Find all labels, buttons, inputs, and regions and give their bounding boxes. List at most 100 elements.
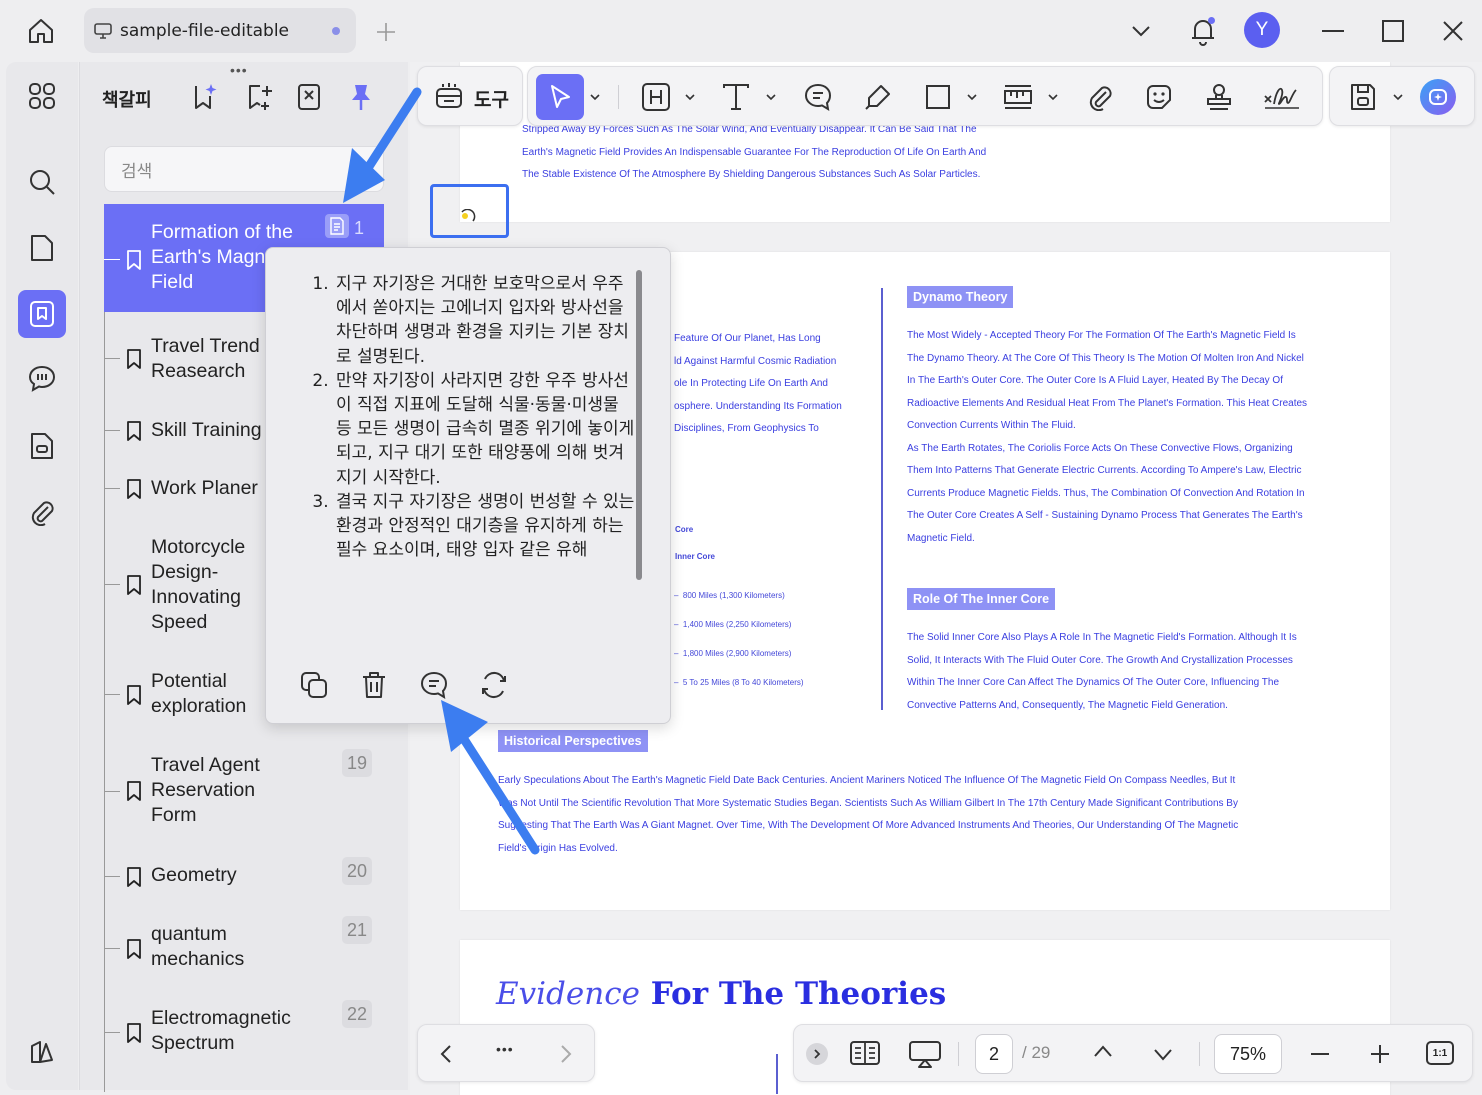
bookmark-label: Motorcycle Design- Innovating Speed	[151, 536, 246, 633]
trash-icon[interactable]	[357, 668, 391, 702]
scrollbar[interactable]	[636, 270, 642, 580]
more-icon[interactable]: •••	[496, 1041, 514, 1057]
minimize-icon[interactable]	[1316, 14, 1350, 48]
historical-text: Early Speculations About The Earth's Mag…	[498, 775, 1239, 854]
bookmark-icon	[127, 479, 141, 499]
section-title: Dynamo Theory	[907, 286, 1014, 308]
attachment-page-icon[interactable]	[18, 422, 66, 470]
presentation-icon[interactable]	[908, 1039, 942, 1069]
shape-tool-button[interactable]	[920, 79, 956, 115]
view-toolbar: 2 / 29 75% 1:1	[793, 1024, 1473, 1082]
title-bar: sample-file-editable Y	[0, 0, 1482, 62]
attach-tool-button[interactable]	[1082, 79, 1118, 115]
toolbox-icon	[434, 81, 464, 111]
bookmark-icon	[127, 421, 141, 441]
page-nav-pill: •••	[417, 1024, 595, 1082]
add-bookmark-icon[interactable]	[243, 80, 277, 114]
chevron-down-icon[interactable]	[1047, 93, 1059, 101]
bookmark-label: Travel Agent Reservation Form	[151, 754, 260, 826]
thumbnails-icon[interactable]	[18, 72, 66, 120]
add-comment-icon[interactable]	[417, 668, 451, 702]
ai-assistant-icon[interactable]	[1420, 79, 1456, 115]
bookmark-icon	[127, 867, 141, 887]
paperclip-icon[interactable]	[18, 488, 66, 536]
zoom-out-icon[interactable]	[1309, 1043, 1331, 1065]
panel-drag-handle[interactable]: •••	[230, 62, 248, 78]
comment-tool-button[interactable]	[800, 79, 836, 115]
left-icon-rail	[6, 62, 78, 1090]
sticker-tool-button[interactable]	[1141, 79, 1177, 115]
chevron-down-icon[interactable]	[1152, 1047, 1174, 1063]
bookmark-item[interactable]: Geometry 20	[104, 857, 384, 900]
search-input[interactable]: 검색	[104, 146, 384, 192]
inner-core-text: The Solid Inner Core Also Plays A Role I…	[907, 632, 1297, 711]
highlighter-tool-button[interactable]	[860, 79, 896, 115]
save-toolbar	[1329, 66, 1475, 126]
select-tool-button[interactable]	[536, 74, 584, 120]
page-heading: Evidence For The Theories	[496, 976, 947, 1012]
actual-size-button[interactable]: 1:1	[1426, 1041, 1454, 1065]
toolbar-separator	[618, 85, 619, 109]
zoom-level-input[interactable]: 75%	[1214, 1034, 1282, 1074]
zoom-in-icon[interactable]	[1369, 1043, 1391, 1065]
chevron-up-icon[interactable]	[1092, 1043, 1114, 1059]
text-tool-button[interactable]	[718, 79, 754, 115]
chevron-down-icon[interactable]	[1124, 14, 1158, 48]
ai-bookmark-icon[interactable]	[189, 80, 223, 114]
summary-text[interactable]: 지구 자기장은 거대한 보호막으로서 우주에서 쏟아지는 고에너지 입자와 방사…	[306, 272, 636, 640]
tools-label: 도구	[474, 89, 509, 111]
unsaved-dot	[332, 27, 340, 35]
two-page-view-icon[interactable]	[849, 1039, 881, 1067]
layer-label: Inner Core	[675, 552, 716, 561]
save-icon[interactable]	[1345, 79, 1381, 115]
bookmark-label: quantum mechanics	[151, 923, 245, 970]
bookmark-item[interactable]: Electromagnetic Spectrum 22	[104, 1000, 384, 1064]
chevron-left-icon[interactable]	[436, 1043, 456, 1065]
toolbar-separator	[958, 1042, 959, 1066]
bookmark-panel-icon[interactable]	[18, 290, 66, 338]
search-icon[interactable]	[18, 158, 66, 206]
home-icon[interactable]	[22, 14, 60, 48]
page-icon[interactable]	[18, 224, 66, 272]
heading-tool-button[interactable]	[638, 79, 674, 115]
chevron-down-icon[interactable]	[966, 93, 978, 101]
chevron-down-icon[interactable]	[589, 93, 601, 101]
section-title: Historical Perspectives	[498, 730, 648, 752]
stamp-tool-button[interactable]	[1201, 79, 1237, 115]
bookmark-label: Geometry	[151, 864, 237, 886]
bookmark-item[interactable]: Travel Agent Reservation Form 19	[104, 749, 384, 834]
maximize-icon[interactable]	[1376, 14, 1410, 48]
signature-tool-button[interactable]	[1260, 79, 1304, 115]
new-tab-button[interactable]	[370, 16, 402, 48]
chevron-down-icon[interactable]	[684, 93, 696, 101]
measure-tool-button[interactable]	[1000, 79, 1036, 115]
monitor-icon	[94, 22, 112, 39]
layers-icon[interactable]	[18, 1028, 66, 1076]
chevron-right-icon[interactable]	[556, 1043, 576, 1065]
regenerate-icon[interactable]	[477, 668, 511, 702]
summary-item: 결국 지구 자기장은 생명이 번성할 수 있는 환경과 안정적인 대기층을 유지…	[334, 490, 636, 563]
document-tab[interactable]: sample-file-editable	[84, 8, 356, 53]
bookmark-icon	[127, 939, 141, 959]
pin-icon[interactable]	[344, 80, 378, 114]
close-icon[interactable]	[1436, 14, 1470, 48]
page1-text: Stripped Away By Forces Such As The Sola…	[522, 124, 987, 180]
page-number-input[interactable]: 2	[975, 1034, 1013, 1074]
avatar[interactable]: Y	[1244, 12, 1280, 48]
bookmark-x-icon[interactable]	[292, 80, 326, 114]
annotation-toolbar	[527, 66, 1323, 126]
bookmark-page-number: 21	[342, 916, 372, 944]
selection-box[interactable]	[430, 184, 509, 238]
copy-icon[interactable]	[297, 668, 331, 702]
bookmark-page-number: 19	[342, 749, 372, 777]
tools-menu-button[interactable]: 도구	[417, 66, 523, 126]
chevron-down-icon[interactable]	[1392, 93, 1404, 101]
page-total: / 29	[1022, 1043, 1051, 1062]
collapse-icon[interactable]	[806, 1043, 828, 1065]
bookmark-item[interactable]: quantum mechanics 21	[104, 916, 384, 980]
panel-title: 책갈피	[102, 90, 152, 111]
chevron-down-icon[interactable]	[765, 93, 777, 101]
bookmark-page-number: 1	[353, 217, 364, 238]
comment-icon[interactable]	[18, 354, 66, 402]
bookmark-icon	[127, 250, 141, 270]
